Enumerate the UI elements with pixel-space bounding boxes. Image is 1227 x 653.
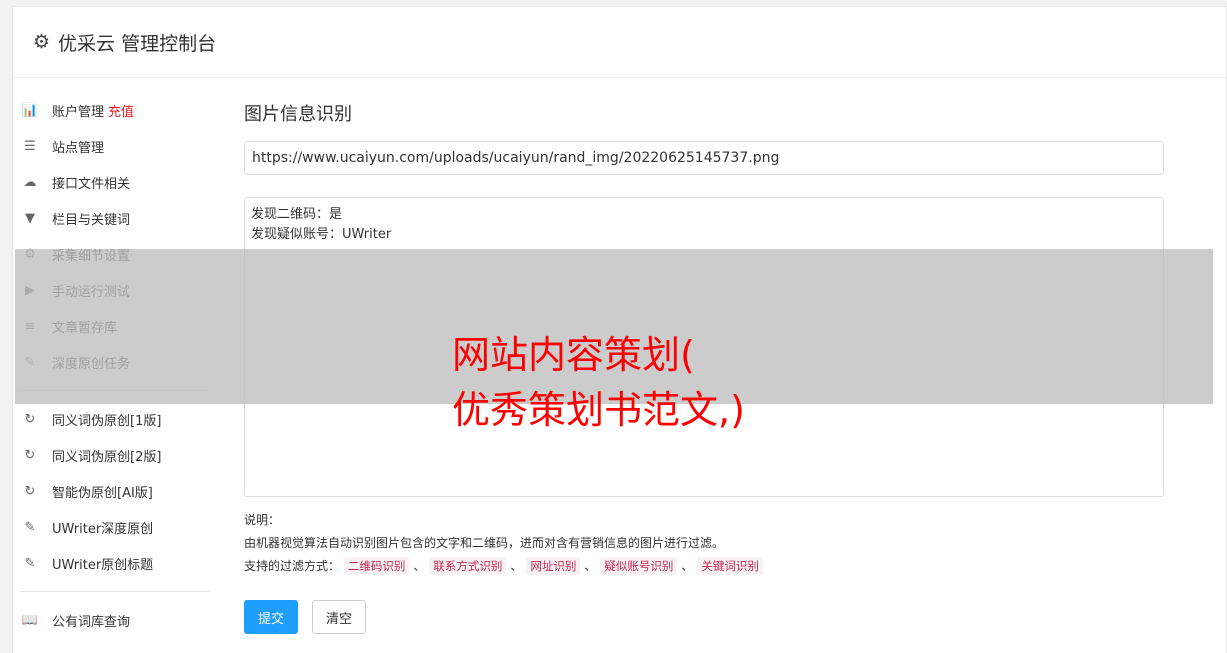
- header: ⚙ 优采云 管理控制台: [13, 7, 1226, 78]
- sidebar-item[interactable]: ↻ 智能伪原创[AI版]: [20, 473, 210, 509]
- sidebar-item[interactable]: ↻ 同义词伪原创[2版]: [20, 437, 210, 473]
- filter-separator: 、: [510, 559, 523, 573]
- result-line: 发现疑似账号：UWriter: [251, 227, 392, 242]
- section-title: 图片信息识别: [244, 104, 352, 125]
- sidebar-item-label: 账户管理: [52, 104, 105, 120]
- bar-chart-icon: 📊: [21, 102, 39, 118]
- action-buttons: 提交 清空: [244, 600, 1164, 634]
- sidebar-item-label: 智能伪原创[AI版]: [52, 485, 153, 501]
- refresh-icon: ↻: [24, 483, 36, 499]
- edit-icon: ✎: [24, 519, 36, 535]
- description: 说明： 由机器视觉算法自动识别图片包含的文字和二维码，进而对含有营销信息的图片进…: [244, 509, 1164, 578]
- sidebar-item[interactable]: ✎ UWriter原创标题: [20, 545, 210, 581]
- filter-tag: 关键词识别: [697, 557, 763, 575]
- filter-tag: 网址识别: [526, 557, 581, 575]
- image-url-input[interactable]: [244, 141, 1164, 175]
- book-icon: 📖: [21, 612, 39, 628]
- sidebar-item[interactable]: ☰ 站点管理: [20, 128, 210, 164]
- sidebar-item[interactable]: ▼ 栏目与关键词: [20, 200, 210, 236]
- overlay-line: 网站内容策划(: [452, 333, 695, 377]
- sidebar-item-label: 站点管理: [52, 140, 105, 156]
- sidebar-item[interactable]: ☁ 接口文件相关: [20, 164, 210, 200]
- sidebar-item-label: UWriter深度原创: [52, 521, 154, 537]
- sidebar-item-label: 同义词伪原创[1版]: [52, 413, 162, 429]
- clear-button[interactable]: 清空: [312, 600, 367, 634]
- submit-button[interactable]: 提交: [244, 600, 299, 634]
- result-line: 发现二维码：是: [251, 207, 343, 222]
- gear-icon: ⚙: [33, 30, 51, 53]
- overlay-line: 优秀策划书范文,): [452, 388, 745, 432]
- sidebar-item-label: 栏目与关键词: [52, 212, 131, 228]
- filter-tag: 联系方式识别: [429, 557, 507, 575]
- filter-separator: 、: [584, 559, 597, 573]
- sidebar-item[interactable]: 📊 账户管理 充值: [20, 92, 210, 128]
- filter-tag: 二维码识别: [343, 557, 410, 575]
- filter-label: 支持的过滤方式：: [244, 559, 341, 573]
- filter-separator: 、: [413, 559, 426, 573]
- description-label: 说明：: [244, 513, 281, 527]
- sidebar-item[interactable]: 📖 公有词库查询: [20, 602, 210, 638]
- sidebar-item-label: 接口文件相关: [52, 176, 131, 192]
- recharge-link[interactable]: 充值: [108, 101, 134, 120]
- filter-methods: 支持的过滤方式： 二维码识别、联系方式识别、网址识别、疑似账号识别、关键词识别: [244, 555, 1164, 578]
- sidebar-item[interactable]: ✎ UWriter深度原创: [20, 509, 210, 545]
- sidebar-item-label: 同义词伪原创[2版]: [52, 449, 162, 465]
- filter-tag: 疑似账号识别: [600, 557, 678, 575]
- sidebar-item-label: UWriter原创标题: [52, 557, 154, 573]
- filter-separator: 、: [681, 559, 694, 573]
- description-text: 由机器视觉算法自动识别图片包含的文字和二维码，进而对含有营销信息的图片进行过滤。: [244, 536, 725, 550]
- cloud-upload-icon: ☁: [23, 174, 37, 190]
- server-icon: ☰: [24, 138, 36, 154]
- filter-icon: ▼: [25, 210, 35, 226]
- sidebar-item-label: 公有词库查询: [52, 614, 131, 630]
- refresh-icon: ↻: [24, 411, 36, 427]
- sidebar-divider: [20, 591, 210, 592]
- refresh-icon: ↻: [24, 447, 36, 463]
- edit-icon: ✎: [24, 555, 36, 571]
- page-title: 优采云 管理控制台: [58, 32, 217, 55]
- overlay-caption: 网站内容策划( 优秀策划书范文,): [452, 328, 872, 438]
- sidebar-item[interactable]: ↻ 同义词伪原创[1版]: [20, 401, 210, 437]
